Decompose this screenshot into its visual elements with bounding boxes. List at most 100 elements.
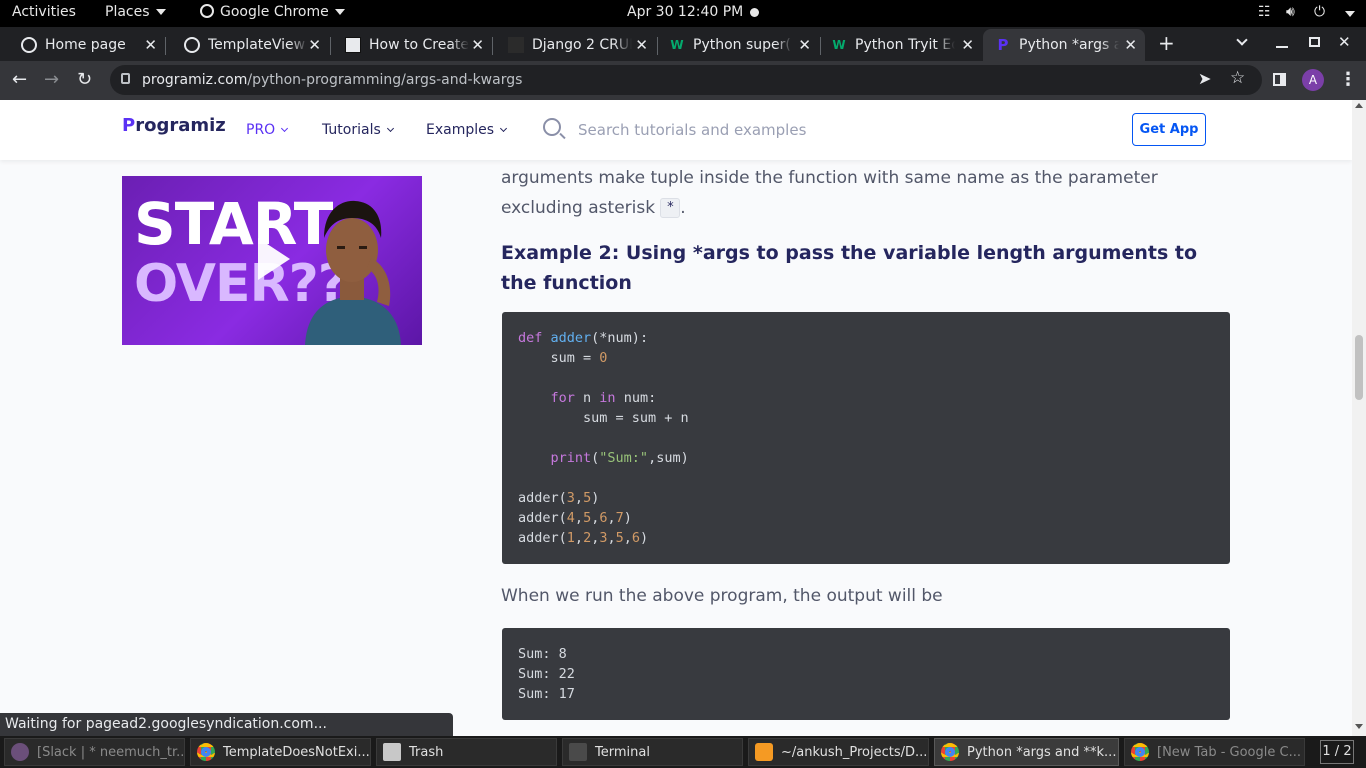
tab-python-tryit[interactable]: W Python Tryit Ed ✕ (820, 29, 982, 61)
window-close-icon[interactable]: ✕ (1338, 33, 1351, 51)
nav-examples[interactable]: Examples (426, 122, 508, 138)
code-block[interactable]: def adder(*num): sum = 0 for n in num: s… (502, 312, 1230, 564)
site-header: Programiz PRO Tutorials Examples Get App (0, 100, 1352, 160)
page-scrollbar[interactable] (1352, 100, 1366, 736)
trash-icon (383, 743, 401, 761)
programiz-logo[interactable]: Programiz (122, 115, 226, 136)
chrome-icon (941, 743, 959, 761)
tab-home-page[interactable]: Home page ✕ (0, 29, 165, 61)
volume-icon[interactable]: 🔊︎ (1286, 4, 1295, 20)
output-block[interactable]: Sum: 8 Sum: 22 Sum: 17 (502, 628, 1230, 720)
profile-avatar[interactable]: A (1302, 69, 1324, 91)
network-icon[interactable]: ☷ (1258, 4, 1271, 20)
taskbar-chrome-python[interactable]: Python *args and **k... (934, 738, 1119, 766)
taskbar-trash[interactable]: Trash (376, 738, 557, 766)
taskbar: [Slack | * neemuch_tr... TemplateDoesNot… (0, 736, 1366, 768)
person-image (305, 200, 401, 345)
clock[interactable]: Apr 30 12:40 PM (627, 4, 743, 20)
tab-django-crud[interactable]: Django 2 CRUD ✕ (492, 29, 656, 61)
tab-label: Django 2 CRUD (532, 37, 632, 53)
nav-tutorials[interactable]: Tutorials (322, 122, 394, 138)
programiz-icon: P (997, 36, 1009, 54)
scroll-thumb[interactable] (1355, 335, 1363, 400)
tab-search-chevron-icon[interactable] (1236, 34, 1248, 46)
play-icon[interactable] (258, 238, 290, 280)
back-icon[interactable]: ← (12, 69, 27, 90)
taskbar-sublime[interactable]: ~/ankush_Projects/D... (748, 738, 929, 766)
places-label: Places (105, 4, 150, 20)
site-icon (508, 37, 524, 53)
close-icon[interactable]: ✕ (471, 36, 484, 54)
inline-code: * (660, 198, 681, 218)
task-label: Terminal (595, 744, 650, 760)
power-icon[interactable]: ⏻ (1314, 4, 1325, 20)
app-menu[interactable]: Google Chrome (200, 4, 345, 20)
status-bubble: Waiting for pagead2.googlesyndication.co… (0, 713, 453, 736)
w-icon: W (670, 38, 684, 52)
chrome-small-icon (200, 4, 214, 18)
chevron-down-icon (155, 9, 166, 15)
tab-python-args[interactable]: P Python *args a ✕ (983, 29, 1145, 61)
notification-dot-icon (750, 8, 759, 17)
output-content[interactable]: Sum: 8 Sum: 22 Sum: 17 (518, 644, 1214, 704)
task-label: [New Tab - Google C... (1157, 744, 1301, 760)
tab-strip: Home page ✕ TemplateView ✕ How to Create… (0, 27, 1366, 61)
system-menu-chevron-icon[interactable] (1345, 11, 1355, 17)
lock-icon[interactable] (121, 73, 130, 84)
promo-video[interactable]: START OVER?? (122, 176, 422, 345)
scroll-down-arrow-icon[interactable] (1355, 724, 1363, 729)
minimize-icon[interactable] (1276, 46, 1288, 48)
output-intro: When we run the above program, the outpu… (501, 586, 943, 606)
globe-icon (184, 37, 200, 53)
page-viewport: Programiz PRO Tutorials Examples Get App… (0, 100, 1352, 736)
scroll-up-arrow-icon[interactable] (1355, 103, 1363, 108)
url-text[interactable]: programiz.com/python-programming/args-an… (142, 72, 522, 88)
close-icon[interactable]: ✕ (144, 36, 157, 54)
activities-button[interactable]: Activities (12, 4, 76, 20)
forward-icon[interactable]: → (44, 69, 59, 90)
intro-text: arguments make tuple inside the function… (501, 168, 1158, 218)
slack-icon (11, 743, 29, 761)
reload-icon[interactable]: ↻ (77, 69, 92, 90)
search-icon[interactable] (543, 118, 561, 136)
get-app-button[interactable]: Get App (1132, 113, 1206, 146)
chrome-icon (197, 743, 215, 761)
tab-python-super[interactable]: W Python super( ✕ (657, 29, 819, 61)
taskbar-terminal[interactable]: Terminal (562, 738, 743, 766)
address-bar[interactable]: programiz.com/python-programming/args-an… (110, 65, 1262, 95)
taskbar-chrome-template[interactable]: TemplateDoesNotExi... (190, 738, 371, 766)
browser-toolbar: ← → ↻ programiz.com/python-programming/a… (0, 61, 1366, 100)
tab-templateview[interactable]: TemplateView ✕ (165, 29, 329, 61)
taskbar-slack[interactable]: [Slack | * neemuch_tr... (4, 738, 185, 766)
close-icon[interactable]: ✕ (1124, 36, 1137, 54)
close-icon[interactable]: ✕ (635, 36, 648, 54)
task-label: Trash (409, 744, 444, 760)
terminal-icon (569, 743, 587, 761)
tab-label: Python Tryit Ed (855, 37, 955, 53)
tab-how-to-create[interactable]: How to Create ✕ (330, 29, 492, 61)
w-icon: W (832, 38, 846, 52)
places-menu[interactable]: Places (105, 4, 166, 20)
task-label: [Slack | * neemuch_tr... (37, 744, 185, 760)
nav-pro[interactable]: PRO (246, 122, 289, 138)
workspace-switcher[interactable]: 1 / 2 (1320, 740, 1354, 764)
close-icon[interactable]: ✕ (798, 36, 811, 54)
restore-icon[interactable] (1309, 37, 1320, 47)
chevron-down-icon (281, 124, 289, 133)
side-panel-icon[interactable] (1273, 73, 1286, 86)
system-top-bar: Activities Places Google Chrome Apr 30 1… (0, 0, 1366, 27)
nav-pro-label: PRO (246, 122, 276, 138)
search-input[interactable] (578, 117, 998, 143)
taskbar-chrome-newtab[interactable]: [New Tab - Google C... (1124, 738, 1305, 766)
tab-label: Home page (45, 37, 126, 53)
intro-end: . (680, 198, 686, 218)
send-icon[interactable]: ➤ (1198, 69, 1211, 88)
close-icon[interactable]: ✕ (308, 36, 321, 54)
tab-label: How to Create (369, 37, 469, 53)
more-menu-icon[interactable]: ⋮ (1339, 69, 1357, 90)
new-tab-icon[interactable]: + (1158, 31, 1175, 55)
code-content[interactable]: def adder(*num): sum = 0 for n in num: s… (518, 328, 1214, 548)
close-icon[interactable]: ✕ (961, 36, 974, 54)
bookmark-star-icon[interactable]: ☆ (1230, 68, 1245, 88)
chrome-icon (1131, 743, 1149, 761)
